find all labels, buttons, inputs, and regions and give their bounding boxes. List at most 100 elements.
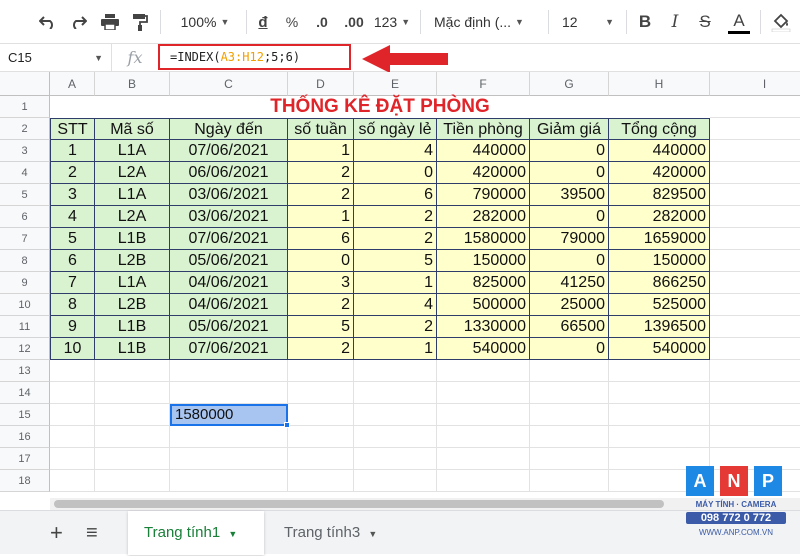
table-header-cell[interactable]: Ngày đến [170,118,288,140]
grid-cell[interactable] [710,162,800,184]
grid-cell[interactable] [354,448,437,470]
row-header-4[interactable]: 4 [0,162,50,184]
table-cell[interactable]: 2 [288,162,354,184]
table-cell[interactable]: 25000 [530,294,609,316]
table-header-cell[interactable]: số ngày lẻ [354,118,437,140]
grid-cell[interactable] [288,404,354,426]
table-cell[interactable]: 1396500 [609,316,710,338]
grid-cell[interactable] [288,360,354,382]
grid-cell[interactable] [530,404,609,426]
table-cell[interactable]: L2B [95,294,170,316]
grid-cell[interactable] [530,470,609,492]
grid-cell[interactable] [50,448,95,470]
table-cell[interactable]: 0 [530,140,609,162]
row-header-3[interactable]: 3 [0,140,50,162]
table-cell[interactable]: 0 [354,162,437,184]
grid-cell[interactable] [710,426,800,448]
print-icon[interactable] [98,10,122,34]
table-cell[interactable]: 07/06/2021 [170,338,288,360]
row-header-9[interactable]: 9 [0,272,50,294]
table-header-cell[interactable]: Mã số [95,118,170,140]
table-cell[interactable]: 1580000 [437,228,530,250]
table-cell[interactable]: 8 [50,294,95,316]
table-cell[interactable]: 79000 [530,228,609,250]
table-cell[interactable]: 41250 [530,272,609,294]
grid-cell[interactable] [354,470,437,492]
grid-cell[interactable] [95,382,170,404]
table-cell[interactable]: 1 [288,206,354,228]
paint-format-icon[interactable] [128,10,152,34]
table-cell[interactable]: 9 [50,316,95,338]
grid-cell[interactable] [710,184,800,206]
table-cell[interactable]: 2 [354,206,437,228]
row-header-16[interactable]: 16 [0,426,50,448]
text-color-button[interactable]: A [728,10,750,34]
grid-cell[interactable] [95,426,170,448]
row-header-11[interactable]: 11 [0,316,50,338]
column-header-h[interactable]: H [609,72,710,96]
table-cell[interactable]: 03/06/2021 [170,206,288,228]
table-cell[interactable]: 1330000 [437,316,530,338]
row-header-2[interactable]: 2 [0,118,50,140]
column-header-d[interactable]: D [288,72,354,96]
table-cell[interactable]: 4 [354,140,437,162]
table-cell[interactable]: 2 [354,316,437,338]
grid-cell[interactable] [170,448,288,470]
table-cell[interactable]: 866250 [609,272,710,294]
table-cell[interactable]: 39500 [530,184,609,206]
grid-cell[interactable] [354,426,437,448]
table-cell[interactable]: 06/06/2021 [170,162,288,184]
table-cell[interactable]: 0 [530,250,609,272]
grid-cell[interactable] [710,96,800,118]
grid-cell[interactable] [50,470,95,492]
bold-button[interactable]: B [636,10,654,34]
table-cell[interactable]: L2B [95,250,170,272]
table-cell[interactable]: 04/06/2021 [170,272,288,294]
grid-cell[interactable] [710,272,800,294]
grid-cell[interactable] [50,382,95,404]
grid-cell[interactable] [288,426,354,448]
column-header-c[interactable]: C [170,72,288,96]
currency-format-button[interactable]: đ [254,10,272,34]
table-cell[interactable]: 420000 [437,162,530,184]
table-cell[interactable]: 440000 [437,140,530,162]
decrease-decimal-button[interactable]: .0 [310,10,334,34]
grid-cell[interactable] [710,140,800,162]
grid-cell[interactable] [288,448,354,470]
add-sheet-button[interactable]: + [40,511,73,555]
table-cell[interactable]: 5 [50,228,95,250]
column-header-i[interactable]: I [710,72,800,96]
table-cell[interactable]: L1A [95,184,170,206]
table-cell[interactable]: 5 [354,250,437,272]
table-cell[interactable]: 7 [50,272,95,294]
table-cell[interactable]: 150000 [437,250,530,272]
row-header-15[interactable]: 15 [0,404,50,426]
selected-cell-c15[interactable]: 1580000 [170,404,288,426]
grid-cell[interactable] [437,470,530,492]
grid-cell[interactable] [710,360,800,382]
table-cell[interactable]: L2A [95,162,170,184]
row-header-18[interactable]: 18 [0,470,50,492]
table-cell[interactable]: 04/06/2021 [170,294,288,316]
name-box[interactable]: C15 ▼ [0,44,112,72]
row-header-7[interactable]: 7 [0,228,50,250]
table-cell[interactable]: 500000 [437,294,530,316]
table-cell[interactable]: L1B [95,338,170,360]
table-cell[interactable]: 2 [50,162,95,184]
table-cell[interactable]: 07/06/2021 [170,228,288,250]
row-header-10[interactable]: 10 [0,294,50,316]
table-cell[interactable]: 420000 [609,162,710,184]
zoom-select[interactable]: 100% ▼ [172,10,238,34]
sheet-title[interactable]: THỐNG KÊ ĐẶT PHÒNG [50,96,710,118]
table-header-cell[interactable]: Giảm giá [530,118,609,140]
grid-cell[interactable] [710,250,800,272]
grid-cell[interactable] [710,316,800,338]
table-cell[interactable]: 2 [288,294,354,316]
percent-format-button[interactable]: % [282,10,302,34]
table-cell[interactable]: 0 [530,338,609,360]
select-all-corner[interactable] [0,72,50,96]
grid-cell[interactable] [710,206,800,228]
table-cell[interactable]: 03/06/2021 [170,184,288,206]
grid-cell[interactable] [437,448,530,470]
column-header-a[interactable]: A [50,72,95,96]
